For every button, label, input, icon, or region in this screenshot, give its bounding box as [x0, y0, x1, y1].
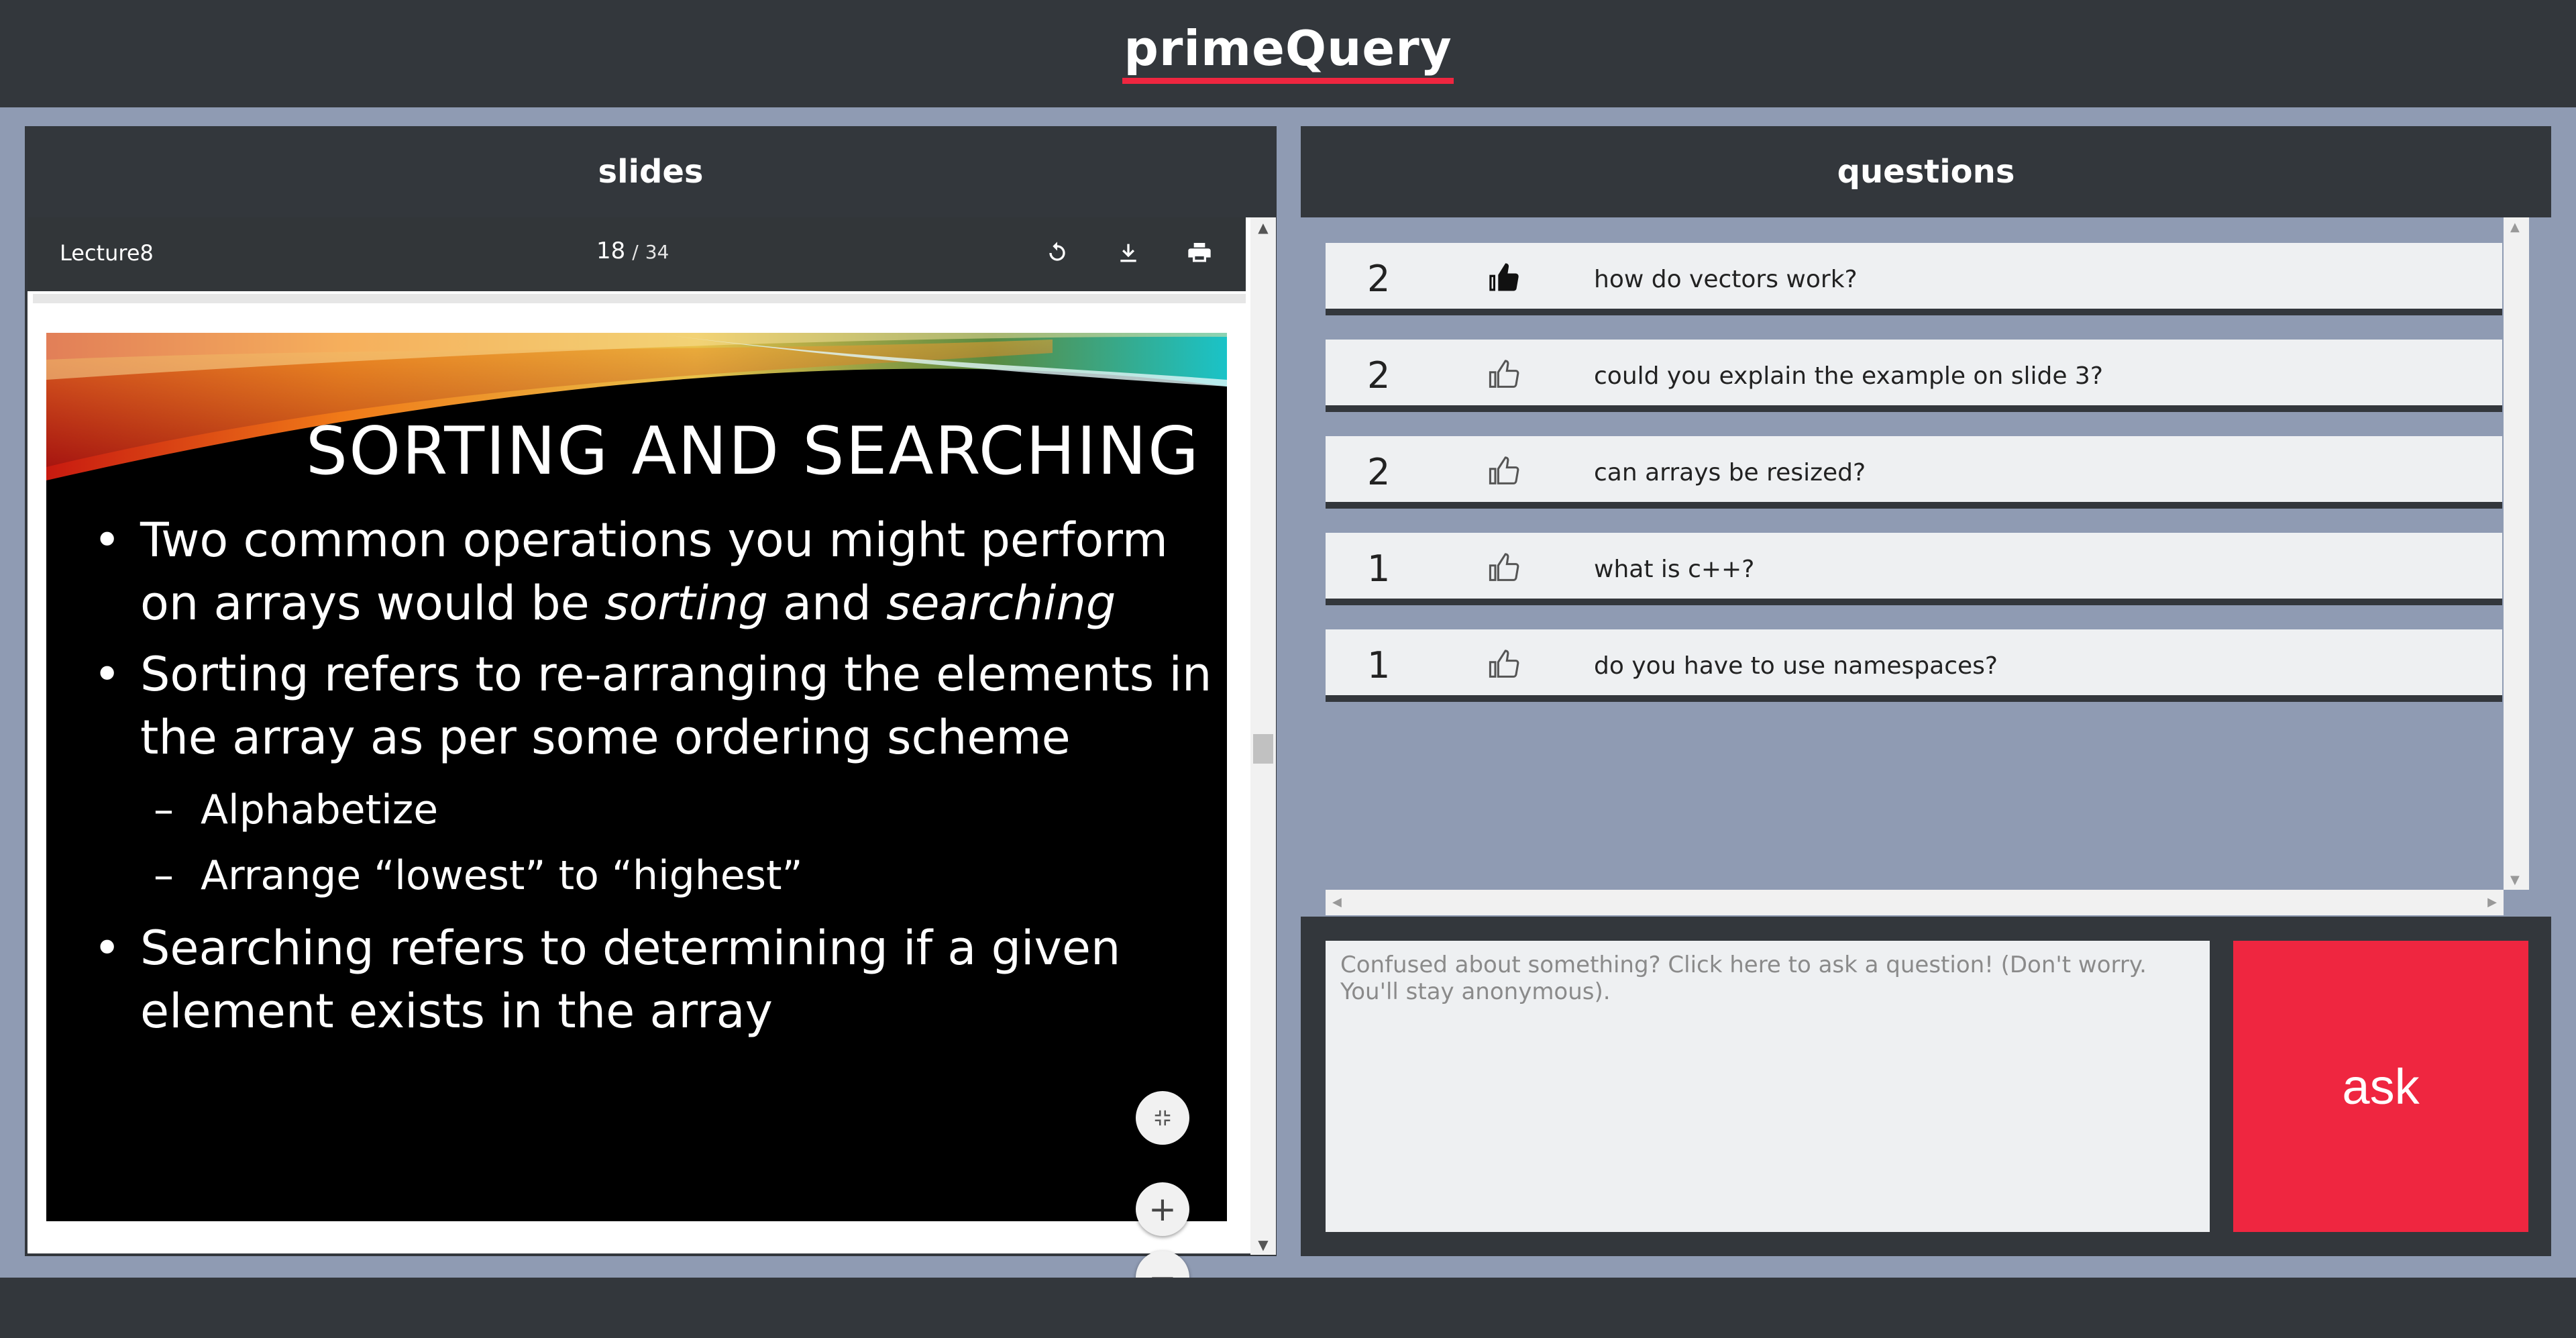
slides-scrollbar[interactable]: ▲ ▼	[1250, 217, 1276, 1255]
question-row: 2 how do vectors work?	[1326, 243, 2502, 315]
collapse-icon	[1155, 1110, 1171, 1126]
questions-title: questions	[1837, 153, 2015, 191]
question-row: 2 can arrays be resized?	[1326, 436, 2502, 509]
pdf-current-page[interactable]: 18	[596, 238, 625, 264]
slide-bullets: Two common operations you might perform …	[93, 509, 1220, 1051]
sub-bullet-dash: –	[154, 786, 174, 833]
scroll-down-icon[interactable]: ▼	[2510, 873, 2520, 887]
thumbs-up-icon[interactable]	[1487, 260, 1521, 295]
plus-icon: +	[1148, 1190, 1177, 1229]
thumbs-up-icon[interactable]	[1487, 357, 1521, 392]
slide-sub-bullet-text: Alphabetize	[201, 786, 439, 833]
scroll-right-icon[interactable]: ▶	[2487, 895, 2497, 909]
pdf-viewer[interactable]: Lecture8 18 / 34 SORTING AND SEARCHING • T…	[28, 217, 1275, 1304]
question-row: 2 could you explain the example on slide…	[1326, 340, 2502, 412]
question-vote-count: 2	[1367, 451, 1391, 493]
slide-bullet: Two common operations you might perform …	[93, 509, 1220, 635]
rotate-icon[interactable]	[1034, 229, 1081, 276]
question-text: what is c++?	[1594, 556, 1755, 583]
slide-bullet-text: Sorting refers to re-arranging the eleme…	[140, 647, 1212, 765]
slide-sub-bullet: – Arrange “lowest” to “highest”	[93, 843, 1220, 909]
fit-page-button[interactable]	[1136, 1091, 1189, 1145]
ask-button[interactable]: ask	[2233, 941, 2528, 1232]
slide-sub-bullet: – Alphabetize	[93, 777, 1220, 843]
slide-title: SORTING AND SEARCHING	[305, 413, 1200, 490]
question-row: 1 do you have to use namespaces?	[1326, 629, 2502, 702]
download-icon[interactable]	[1105, 229, 1152, 276]
slides-title: slides	[598, 153, 704, 191]
question-text: could you explain the example on slide 3…	[1594, 362, 2103, 390]
ask-panel: ask	[1301, 917, 2551, 1256]
thumbs-up-icon[interactable]	[1487, 550, 1521, 585]
page-divider	[33, 294, 1246, 303]
scroll-up-icon[interactable]: ▲	[1250, 217, 1276, 238]
scroll-down-icon[interactable]: ▼	[1250, 1235, 1276, 1255]
question-vote-count: 1	[1367, 548, 1391, 590]
scroll-left-icon[interactable]: ◀	[1332, 895, 1342, 909]
zoom-in-button[interactable]: +	[1136, 1182, 1189, 1236]
slide-bullet-text: and	[767, 576, 887, 631]
slide-bullet-emphasis: sorting	[604, 576, 768, 631]
pdf-toolbar: Lecture8 18 / 34	[28, 217, 1246, 291]
slide-bullet-emphasis: searching	[886, 576, 1116, 631]
slide-bullet: Sorting refers to re-arranging the eleme…	[93, 643, 1220, 769]
pdf-page-separator: /	[632, 241, 639, 263]
thumbs-up-icon[interactable]	[1487, 454, 1521, 488]
slides-panel: slides Lecture8 18 / 34 SORTING AND SEARCH…	[25, 126, 1277, 1304]
app-header: primeQuery	[0, 0, 2576, 107]
question-text: can arrays be resized?	[1594, 459, 1866, 486]
question-vote-count: 2	[1367, 354, 1391, 397]
sub-bullet-dash: –	[154, 852, 174, 899]
question-row: 1 what is c++?	[1326, 533, 2502, 605]
app-logo: primeQuery	[0, 19, 2576, 84]
question-text: do you have to use namespaces?	[1594, 652, 1998, 680]
slide-bullet: Searching refers to determining if a giv…	[93, 917, 1220, 1043]
print-icon[interactable]	[1176, 229, 1223, 276]
app-footer	[0, 1278, 2576, 1338]
question-vote-count: 2	[1367, 258, 1391, 300]
pdf-page-indicator: 18 / 34	[596, 238, 669, 264]
questions-vertical-scrollbar[interactable]: ▲ ▼	[2504, 217, 2529, 890]
questions-header: questions	[1301, 126, 2551, 217]
scroll-up-icon[interactable]: ▲	[2510, 220, 2520, 234]
scrollbar-thumb[interactable]	[1253, 734, 1273, 764]
slide-sub-bullet-text: Arrange “lowest” to “highest”	[201, 852, 803, 899]
slide-bullet-text: Searching refers to determining if a giv…	[140, 921, 1121, 1039]
thumbs-up-icon[interactable]	[1487, 647, 1521, 682]
app-title: primeQuery	[1122, 19, 1454, 84]
question-text: how do vectors work?	[1594, 266, 1858, 293]
question-vote-count: 1	[1367, 644, 1391, 686]
questions-horizontal-scrollbar[interactable]: ◀ ▶	[1326, 890, 2504, 915]
pdf-total-pages: 34	[645, 241, 669, 263]
slide-page: SORTING AND SEARCHING Two common operati…	[46, 333, 1227, 1221]
pdf-file-name: Lecture8	[60, 240, 154, 266]
question-input[interactable]	[1326, 941, 2210, 1232]
